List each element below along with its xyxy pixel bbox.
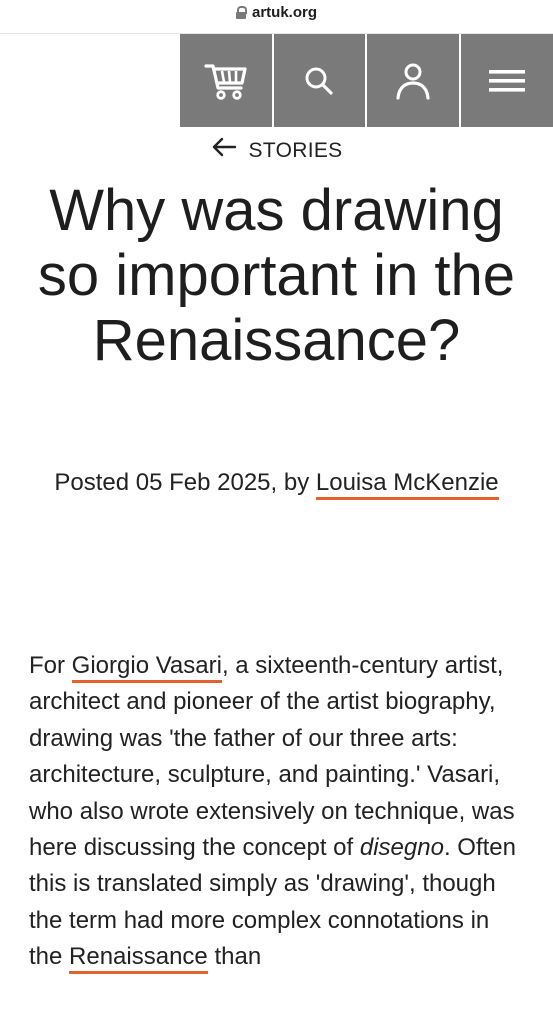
search-button[interactable] [273,34,365,127]
url-text: artuk.org [251,4,317,21]
site-header-nav [180,34,553,127]
giorgio-vasari-link[interactable]: Giorgio Vasari [71,652,222,683]
author-link[interactable]: Louisa McKenzie [315,469,499,500]
body-text-1: For [29,652,72,679]
breadcrumb: STORIES [0,137,553,165]
menu-button[interactable] [460,34,553,127]
article-byline: Posted 05 Feb 2025, by Louisa McKenzie [0,466,553,500]
body-text-4: than [207,943,262,971]
cart-button[interactable] [180,34,272,127]
disegno-emphasis: disegno [359,834,444,862]
breadcrumb-stories-link[interactable]: STORIES [249,139,343,162]
hamburger-menu-icon [488,69,525,92]
cart-icon [204,63,247,100]
lock-icon [235,6,247,19]
body-text-2: , a sixteenth-century artist, architect … [29,652,515,862]
browser-address-bar[interactable]: artuk.org [0,0,553,34]
article-title: Why was drawing so important in the Rena… [37,178,516,373]
arrow-left-icon[interactable] [211,137,237,165]
account-button[interactable] [367,34,459,127]
article-body-paragraph: For Giorgio Vasari, a sixteenth-century … [29,648,529,976]
renaissance-link[interactable]: Renaissance [69,943,208,975]
user-icon [396,63,430,100]
url-display[interactable]: artuk.org [0,4,553,22]
byline-posted-text: Posted 05 Feb 2025, by [54,469,316,496]
search-icon [305,67,333,95]
